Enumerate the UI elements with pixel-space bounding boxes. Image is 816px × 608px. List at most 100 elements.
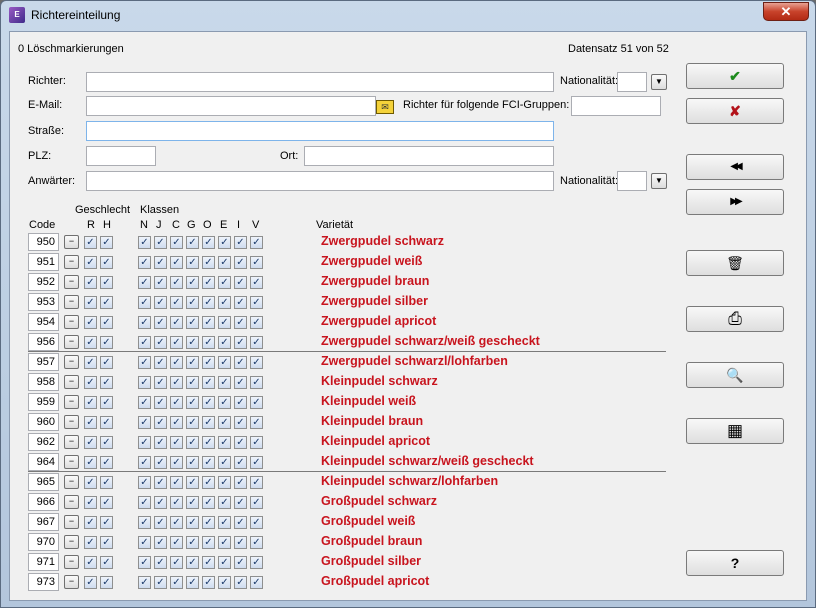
class-checkbox[interactable]: ✓ [234, 316, 247, 329]
class-checkbox[interactable]: ✓ [154, 436, 167, 449]
class-checkbox[interactable]: ✓ [170, 476, 183, 489]
class-checkbox[interactable]: ✓ [170, 316, 183, 329]
class-checkbox[interactable]: ✓ [186, 316, 199, 329]
email-input[interactable] [86, 96, 376, 116]
class-checkbox[interactable]: ✓ [250, 516, 263, 529]
sex-checkbox[interactable]: ✓ [84, 456, 97, 469]
sex-checkbox[interactable]: ✓ [84, 336, 97, 349]
sex-checkbox[interactable]: ✓ [84, 316, 97, 329]
class-checkbox[interactable]: ✓ [202, 336, 215, 349]
class-checkbox[interactable]: ✓ [170, 236, 183, 249]
remove-row-button[interactable]: − [64, 435, 79, 449]
class-checkbox[interactable]: ✓ [186, 256, 199, 269]
class-checkbox[interactable]: ✓ [170, 376, 183, 389]
class-checkbox[interactable]: ✓ [170, 356, 183, 369]
class-checkbox[interactable]: ✓ [202, 396, 215, 409]
class-checkbox[interactable]: ✓ [202, 296, 215, 309]
class-checkbox[interactable]: ✓ [250, 316, 263, 329]
remove-row-button[interactable]: − [64, 415, 79, 429]
class-checkbox[interactable]: ✓ [170, 296, 183, 309]
class-checkbox[interactable]: ✓ [202, 516, 215, 529]
class-checkbox[interactable]: ✓ [202, 556, 215, 569]
class-checkbox[interactable]: ✓ [202, 476, 215, 489]
class-checkbox[interactable]: ✓ [154, 516, 167, 529]
search-button[interactable]: 🔍 [686, 362, 784, 388]
class-checkbox[interactable]: ✓ [154, 376, 167, 389]
class-checkbox[interactable]: ✓ [250, 256, 263, 269]
class-checkbox[interactable]: ✓ [186, 456, 199, 469]
class-checkbox[interactable]: ✓ [234, 436, 247, 449]
class-checkbox[interactable]: ✓ [218, 516, 231, 529]
code-field[interactable]: 957 [28, 353, 59, 371]
class-checkbox[interactable]: ✓ [186, 536, 199, 549]
code-field[interactable]: 950 [28, 233, 59, 251]
class-checkbox[interactable]: ✓ [250, 436, 263, 449]
sex-checkbox[interactable]: ✓ [100, 536, 113, 549]
class-checkbox[interactable]: ✓ [218, 556, 231, 569]
nationalitaet-input-1[interactable] [617, 72, 647, 92]
class-checkbox[interactable]: ✓ [218, 296, 231, 309]
class-checkbox[interactable]: ✓ [186, 476, 199, 489]
sex-checkbox[interactable]: ✓ [84, 436, 97, 449]
sex-checkbox[interactable]: ✓ [100, 416, 113, 429]
nationalitaet-dropdown-2[interactable]: ▼ [651, 173, 667, 189]
class-checkbox[interactable]: ✓ [250, 496, 263, 509]
class-checkbox[interactable]: ✓ [186, 516, 199, 529]
class-checkbox[interactable]: ✓ [234, 376, 247, 389]
class-checkbox[interactable]: ✓ [250, 276, 263, 289]
class-checkbox[interactable]: ✓ [202, 456, 215, 469]
class-checkbox[interactable]: ✓ [234, 236, 247, 249]
anwaerter-input[interactable] [86, 171, 554, 191]
class-checkbox[interactable]: ✓ [250, 456, 263, 469]
class-checkbox[interactable]: ✓ [138, 376, 151, 389]
code-field[interactable]: 964 [28, 453, 59, 471]
class-checkbox[interactable]: ✓ [250, 236, 263, 249]
class-checkbox[interactable]: ✓ [154, 456, 167, 469]
class-checkbox[interactable]: ✓ [138, 336, 151, 349]
class-checkbox[interactable]: ✓ [186, 236, 199, 249]
sex-checkbox[interactable]: ✓ [84, 496, 97, 509]
plz-input[interactable] [86, 146, 156, 166]
class-checkbox[interactable]: ✓ [138, 296, 151, 309]
code-field[interactable]: 952 [28, 273, 59, 291]
remove-row-button[interactable]: − [64, 495, 79, 509]
class-checkbox[interactable]: ✓ [138, 356, 151, 369]
class-checkbox[interactable]: ✓ [170, 276, 183, 289]
class-checkbox[interactable]: ✓ [250, 376, 263, 389]
class-checkbox[interactable]: ✓ [138, 576, 151, 589]
class-checkbox[interactable]: ✓ [186, 336, 199, 349]
class-checkbox[interactable]: ✓ [154, 276, 167, 289]
sex-checkbox[interactable]: ✓ [84, 556, 97, 569]
class-checkbox[interactable]: ✓ [186, 556, 199, 569]
class-checkbox[interactable]: ✓ [234, 556, 247, 569]
class-checkbox[interactable]: ✓ [218, 536, 231, 549]
sex-checkbox[interactable]: ✓ [84, 476, 97, 489]
sex-checkbox[interactable]: ✓ [84, 576, 97, 589]
sex-checkbox[interactable]: ✓ [100, 556, 113, 569]
class-checkbox[interactable]: ✓ [186, 356, 199, 369]
class-checkbox[interactable]: ✓ [202, 256, 215, 269]
class-checkbox[interactable]: ✓ [234, 516, 247, 529]
remove-row-button[interactable]: − [64, 555, 79, 569]
sex-checkbox[interactable]: ✓ [100, 276, 113, 289]
class-checkbox[interactable]: ✓ [218, 236, 231, 249]
remove-row-button[interactable]: − [64, 355, 79, 369]
class-checkbox[interactable]: ✓ [186, 276, 199, 289]
class-checkbox[interactable]: ✓ [202, 536, 215, 549]
code-field[interactable]: 951 [28, 253, 59, 271]
class-checkbox[interactable]: ✓ [234, 416, 247, 429]
remove-row-button[interactable]: − [64, 535, 79, 549]
class-checkbox[interactable]: ✓ [154, 496, 167, 509]
sex-checkbox[interactable]: ✓ [100, 236, 113, 249]
code-field[interactable]: 973 [28, 573, 59, 591]
code-field[interactable]: 962 [28, 433, 59, 451]
code-field[interactable]: 959 [28, 393, 59, 411]
code-field[interactable]: 960 [28, 413, 59, 431]
class-checkbox[interactable]: ✓ [154, 336, 167, 349]
code-field[interactable]: 954 [28, 313, 59, 331]
remove-row-button[interactable]: − [64, 575, 79, 589]
class-checkbox[interactable]: ✓ [202, 496, 215, 509]
remove-row-button[interactable]: − [64, 295, 79, 309]
class-checkbox[interactable]: ✓ [154, 256, 167, 269]
sex-checkbox[interactable]: ✓ [100, 356, 113, 369]
